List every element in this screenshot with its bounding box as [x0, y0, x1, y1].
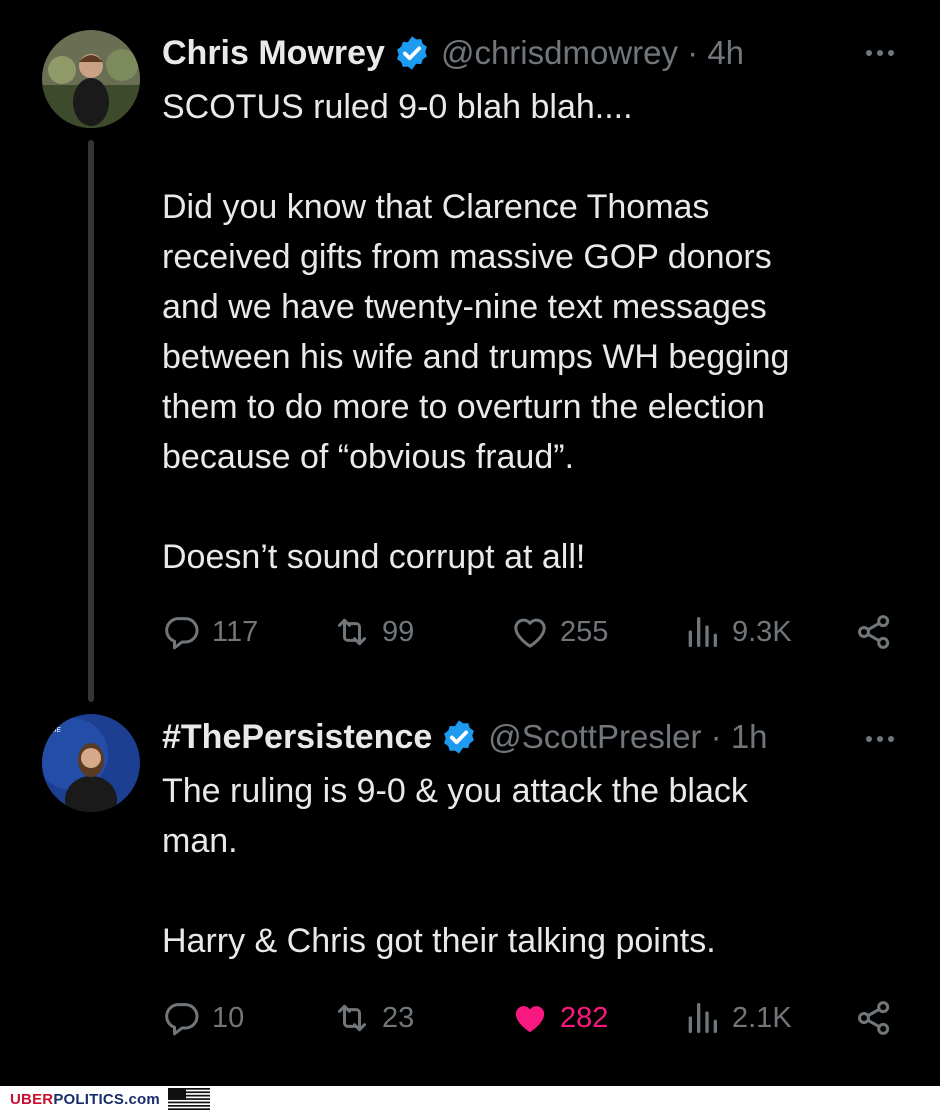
tweet-header: #ThePersistence @ScottPresler · 1h — [162, 716, 768, 758]
tweet-actions: 10 23 282 2.1K — [162, 998, 902, 1042]
text-line-blank — [162, 132, 882, 182]
like-count: 255 — [560, 615, 609, 648]
more-options-icon[interactable] — [866, 736, 894, 742]
share-button[interactable] — [854, 998, 904, 1038]
repost-count: 99 — [382, 615, 415, 648]
repost-button[interactable]: 23 — [332, 998, 414, 1038]
display-name[interactable]: Chris Mowrey — [162, 34, 385, 73]
display-name[interactable]: #ThePersistence — [162, 718, 432, 757]
text-line: The ruling is 9-0 & you attack the black — [162, 772, 748, 810]
share-icon — [857, 1001, 890, 1035]
text-line: received gifts from massive GOP donors — [162, 238, 772, 276]
heart-icon — [514, 618, 546, 648]
share-icon — [857, 615, 890, 649]
text-line: between his wife and trumps WH begging — [162, 338, 790, 376]
avatar-logo-text: AME — [46, 727, 62, 734]
handle-and-time[interactable]: @ScottPresler · 1h — [488, 718, 767, 756]
avatar-photo: AME — [42, 714, 140, 812]
view-count: 9.3K — [732, 615, 792, 648]
like-button-active[interactable]: 282 — [510, 998, 608, 1038]
text-line: because of “obvious fraud”. — [162, 438, 575, 476]
views-icon — [688, 1003, 717, 1033]
like-count: 282 — [560, 1001, 609, 1034]
logo-text-part2: POLITICS.com — [53, 1090, 160, 1108]
reply-button[interactable]: 10 — [162, 998, 244, 1038]
views-button[interactable]: 9.3K — [682, 612, 792, 652]
view-count: 2.1K — [732, 1001, 792, 1034]
tweet-text: The ruling is 9-0 & you attack the black… — [162, 766, 882, 966]
tweet-thread: Chris Mowrey @chrisdmowrey · 4h SCOTUS r… — [0, 0, 940, 1086]
repost-count: 23 — [382, 1001, 415, 1034]
text-line: Harry & Chris got their talking points. — [162, 922, 716, 960]
reply-button[interactable]: 117 — [162, 612, 258, 652]
heart-filled-icon — [515, 1006, 545, 1033]
text-line: Did you know that Clarence Thomas — [162, 188, 710, 226]
like-button[interactable]: 255 — [510, 612, 608, 652]
verified-badge-icon — [397, 36, 427, 70]
avatar-photo — [42, 30, 140, 128]
tweet-actions: 117 99 255 9.3K — [162, 612, 902, 656]
avatar-chris-mowrey[interactable] — [42, 30, 140, 128]
logo-text-part1: UBER — [10, 1090, 54, 1108]
text-line: and we have twenty-nine text messages — [162, 288, 767, 326]
verified-badge-icon — [444, 720, 475, 754]
repost-icon — [338, 618, 366, 646]
text-line: SCOTUS ruled 9-0 blah blah.... — [162, 88, 633, 126]
views-button[interactable]: 2.1K — [682, 998, 792, 1038]
share-button[interactable] — [854, 612, 904, 652]
text-line-blank — [162, 866, 882, 916]
text-line: them to do more to overturn the election — [162, 388, 765, 426]
watermark-footer: UBERPOLITICS.com — [0, 1086, 940, 1112]
text-line: man. — [162, 822, 238, 860]
reply-count: 117 — [212, 615, 259, 648]
handle-and-time[interactable]: @chrisdmowrey · 4h — [441, 34, 744, 72]
repost-button[interactable]: 99 — [332, 612, 414, 652]
site-logo[interactable]: UBERPOLITICS.com — [10, 1091, 160, 1108]
text-line: Doesn’t sound corrupt at all! — [162, 538, 586, 576]
us-flag-icon — [167, 1088, 210, 1110]
tweet-text: SCOTUS ruled 9-0 blah blah.... Did you k… — [162, 82, 882, 582]
reply-icon — [165, 617, 199, 650]
more-options-icon[interactable] — [866, 50, 894, 56]
thread-line — [88, 140, 94, 702]
avatar-thepersistence[interactable]: AME — [42, 714, 140, 812]
views-icon — [688, 617, 717, 647]
tweet-header: Chris Mowrey @chrisdmowrey · 4h — [162, 32, 744, 74]
repost-icon — [338, 1004, 366, 1032]
reply-count: 10 — [212, 1001, 245, 1034]
reply-icon — [165, 1003, 199, 1036]
text-line-blank — [162, 482, 882, 532]
